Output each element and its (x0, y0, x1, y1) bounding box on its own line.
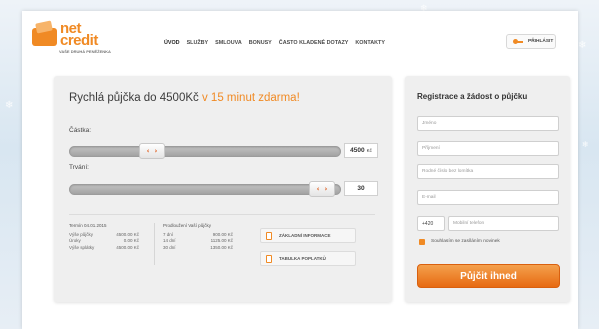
extension-table: Prodloužení Vaší půjčky 7 dní 900.00 Kč 1… (163, 223, 233, 251)
loan-summary: Termín 04.01.2015 Výše půjčky 4500.00 Kč … (69, 223, 139, 251)
fee-table-button[interactable]: TABULKA POPLATKŮ (260, 251, 356, 266)
nav-item-uvod[interactable]: ÚVOD (164, 40, 180, 46)
term-date: Termín 04.01.2015 (69, 223, 107, 228)
extension-row: 30 dní 1350.00 Kč (163, 244, 233, 250)
logo-tagline: VAŠE DRUHÁ PENĚŽENKA (59, 49, 111, 54)
term-slider[interactable]: ‹ › (69, 181, 341, 197)
nav-item-kontakty[interactable]: KONTAKTY (355, 40, 385, 46)
snowflake-icon: ❄ (582, 140, 589, 149)
registration-form: Registrace a žádost o půjčku Jméno Příjm… (405, 76, 570, 302)
nav-item-smlouva[interactable]: SMLOUVA (215, 40, 242, 46)
basic-info-button[interactable]: ZÁKLADNÍ INFORMACE (260, 228, 356, 243)
amount-slider[interactable]: ‹ › (69, 143, 341, 159)
calculator-title: Rychlá půjčka do 4500Kč v 15 minut zdarm… (69, 92, 300, 104)
email-field[interactable]: E-mail (417, 190, 559, 205)
amount-value-field[interactable]: 4500 Kč (344, 143, 378, 158)
chevron-left-icon: ‹ (316, 185, 320, 193)
surname-field[interactable]: Příjmení (417, 141, 559, 156)
snowflake-icon: ❄ (5, 100, 14, 111)
newsletter-checkbox[interactable] (419, 239, 425, 245)
key-icon (513, 39, 523, 44)
document-icon (266, 231, 272, 240)
amount-label: Částka: (69, 127, 92, 134)
submit-loan-button[interactable]: Půjčit ihned (417, 264, 560, 288)
nav-item-sluzby[interactable]: SLUŽBY (187, 40, 209, 46)
extension-title: Prodloužení Vaší půjčky (163, 223, 211, 228)
document-icon (266, 254, 272, 263)
chevron-right-icon: › (324, 185, 328, 193)
phone-prefix-field[interactable]: +420 (417, 216, 445, 231)
chevron-right-icon: › (154, 147, 158, 155)
main-nav: ÚVOD SLUŽBY SMLOUVA BONUSY ČASTO KLADENÉ… (164, 40, 385, 46)
chevron-left-icon: ‹ (146, 147, 150, 155)
birth-number-field[interactable]: Rodné číslo bez lomítka (417, 164, 559, 179)
divider (69, 214, 375, 215)
fee-table-label: TABULKA POPLATKŮ (279, 256, 326, 261)
amount-slider-handle[interactable]: ‹ › (139, 143, 165, 159)
newsletter-label: Souhlasím se zasíláním novinek (431, 239, 500, 244)
term-value-field[interactable]: 30 (344, 181, 378, 196)
term-slider-handle[interactable]: ‹ › (309, 181, 335, 197)
phone-field[interactable]: Mobilní telefon (448, 216, 559, 231)
term-label: Trvání: (69, 164, 89, 171)
loan-calculator: Rychlá půjčka do 4500Kč v 15 minut zdarm… (54, 76, 392, 302)
nav-item-faq[interactable]: ČASTO KLADENÉ DOTAZY (279, 40, 349, 46)
registration-title: Registrace a žádost o půjčku (417, 92, 528, 101)
login-button[interactable]: PŘIHLÁSIT (506, 34, 556, 49)
logo-wordmark: net credit (60, 20, 98, 49)
nav-item-bonusy[interactable]: BONUSY (249, 40, 272, 46)
first-name-field[interactable]: Jméno (417, 116, 559, 131)
login-label: PŘIHLÁSIT (528, 39, 554, 44)
main-page: net credit VAŠE DRUHÁ PENĚŽENKA ÚVOD SLU… (22, 11, 578, 329)
divider (154, 223, 155, 265)
wallet-icon (32, 28, 57, 46)
snowflake-icon: ❄ (578, 40, 587, 51)
summary-row: Výše splátky 4500.00 Kč (69, 244, 139, 250)
basic-info-label: ZÁKLADNÍ INFORMACE (279, 233, 331, 238)
